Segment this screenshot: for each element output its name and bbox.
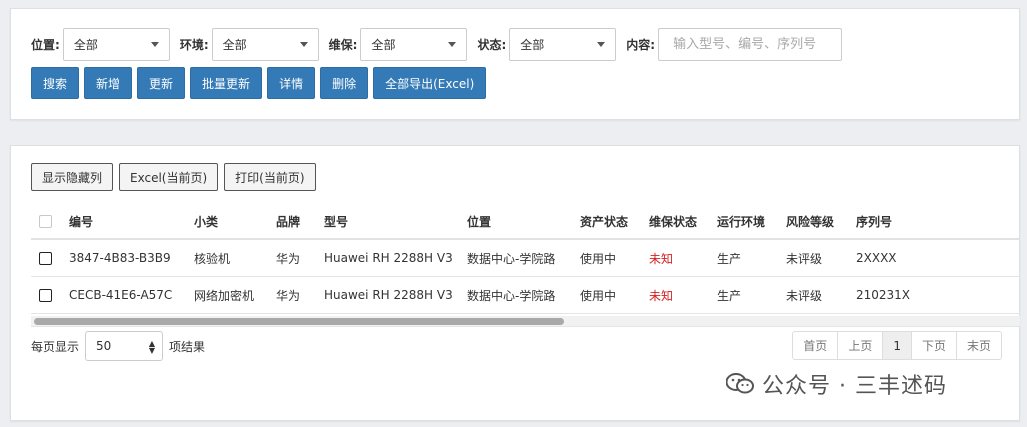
filter-row: 位置: 全部 环境: 全部 维保: 全部 状态: 全部 内容: — [31, 27, 843, 61]
subcategory: 网络加密机 — [194, 288, 255, 303]
brand: 华为 — [276, 288, 301, 303]
location-select[interactable]: 全部 — [62, 27, 170, 61]
watermark: 公众号 · 三丰述码 — [725, 368, 947, 400]
chevron-down-icon — [448, 41, 457, 47]
chevron-down-icon — [299, 41, 308, 47]
asset-status: 使用中 — [580, 288, 617, 303]
page-size-label: 每页显示 — [31, 339, 80, 354]
maintenance-label: 维保: — [328, 37, 358, 52]
row-checkbox[interactable] — [39, 288, 52, 302]
brand: 华为 — [276, 251, 301, 266]
watermark-text: 公众号 · 三丰述码 — [762, 374, 947, 399]
model: Huawei RH 2288H V3 — [324, 288, 453, 302]
add-button[interactable]: 新增 — [84, 67, 133, 99]
serial-number: 2XXXX — [856, 251, 897, 265]
serial-number: 210231X — [856, 288, 911, 302]
current-page[interactable]: 1 — [882, 331, 912, 360]
print-button[interactable]: 打印(当前页) — [224, 163, 316, 191]
divider — [31, 326, 1020, 327]
row-checkbox[interactable] — [39, 251, 52, 265]
batch-update-button[interactable]: 批量更新 — [190, 67, 263, 99]
last-page-button[interactable]: 末页 — [955, 331, 1002, 360]
content-search-input[interactable] — [658, 27, 843, 61]
content-label: 内容: — [626, 37, 656, 52]
environment-label: 环境: — [179, 37, 209, 52]
first-page-button[interactable]: 首页 — [792, 331, 839, 360]
risk-level: 未评级 — [786, 288, 823, 303]
export-all-button[interactable]: 全部导出(Excel) — [373, 67, 487, 99]
col-header[interactable]: 品牌 — [276, 213, 300, 230]
page-size-select[interactable]: 50 ▲ ▼ — [85, 331, 164, 361]
delete-button[interactable]: 删除 — [320, 67, 369, 99]
col-header[interactable]: 编号 — [69, 213, 93, 230]
wechat-icon — [725, 373, 754, 395]
excel-export-button[interactable]: Excel(当前页) — [119, 163, 219, 191]
status-select[interactable]: 全部 — [509, 27, 617, 61]
environment: 生产 — [717, 251, 742, 266]
maintenance-value: 全部 — [371, 37, 396, 52]
table-toolbar: 显示隐藏列 Excel(当前页) 打印(当前页) — [31, 163, 322, 191]
table-row[interactable]: CECB-41E6-A57C 网络加密机 华为 Huawei RH 2288H … — [31, 277, 1020, 314]
pagination: 首页 上页 1 下页 末页 — [792, 331, 1002, 360]
environment: 生产 — [717, 288, 742, 303]
prev-page-button[interactable]: 上页 — [837, 331, 884, 360]
maintenance-status: 未知 — [649, 288, 674, 303]
status-label: 状态: — [477, 37, 507, 52]
status-value: 全部 — [520, 37, 545, 52]
filter-panel: 位置: 全部 环境: 全部 维保: 全部 状态: 全部 内容: 搜索 新增 更新… — [10, 8, 1020, 120]
environment-select[interactable]: 全部 — [211, 27, 319, 61]
detail-button[interactable]: 详情 — [267, 67, 316, 99]
show-hidden-columns-button[interactable]: 显示隐藏列 — [31, 163, 114, 191]
chevron-down-icon — [150, 41, 159, 47]
next-page-button[interactable]: 下页 — [910, 331, 957, 360]
col-header[interactable]: 型号 — [324, 213, 348, 230]
chevron-down-icon — [597, 41, 606, 47]
asset-table: 编号 小类 品牌 型号 位置 资产状态 维保状态 运行环境 风险等级 序列号 3… — [31, 204, 1020, 314]
select-all-checkbox[interactable] — [39, 214, 52, 228]
col-header[interactable]: 资产状态 — [580, 213, 628, 230]
location: 数据中心-学院路 — [467, 288, 556, 303]
location-value: 全部 — [73, 37, 98, 52]
table-header: 编号 小类 品牌 型号 位置 资产状态 维保状态 运行环境 风险等级 序列号 — [31, 204, 1020, 240]
page-size-control: 每页显示 50 ▲ ▼ 项结果 — [31, 331, 205, 361]
col-header[interactable]: 维保状态 — [649, 213, 697, 230]
scrollbar-thumb[interactable] — [34, 318, 564, 325]
location: 数据中心-学院路 — [467, 251, 556, 266]
col-header[interactable]: 位置 — [467, 213, 491, 230]
update-button[interactable]: 更新 — [137, 67, 186, 99]
asset-status: 使用中 — [580, 251, 617, 266]
asset-id: 3847-4B83-B3B9 — [69, 251, 171, 265]
col-header[interactable]: 风险等级 — [786, 213, 834, 230]
subcategory: 核验机 — [194, 251, 231, 266]
maintenance-status: 未知 — [649, 251, 674, 266]
updown-arrows-icon: ▲ ▼ — [148, 339, 156, 355]
results-label: 项结果 — [169, 339, 206, 354]
location-label: 位置: — [31, 37, 60, 52]
action-buttons: 搜索 新增 更新 批量更新 详情 删除 全部导出(Excel) — [31, 67, 491, 99]
col-header[interactable]: 运行环境 — [717, 213, 765, 230]
col-header[interactable]: 小类 — [194, 213, 218, 230]
search-button[interactable]: 搜索 — [31, 67, 80, 99]
risk-level: 未评级 — [786, 251, 823, 266]
model: Huawei RH 2288H V3 — [324, 251, 453, 265]
maintenance-select[interactable]: 全部 — [360, 27, 468, 61]
horizontal-scrollbar[interactable] — [31, 316, 1020, 326]
environment-value: 全部 — [222, 37, 247, 52]
table-row[interactable]: 3847-4B83-B3B9 核验机 华为 Huawei RH 2288H V3… — [31, 240, 1020, 277]
page-size-value: 50 — [96, 339, 112, 353]
asset-id: CECB-41E6-A57C — [69, 288, 173, 302]
col-header[interactable]: 序列号 — [856, 213, 892, 230]
